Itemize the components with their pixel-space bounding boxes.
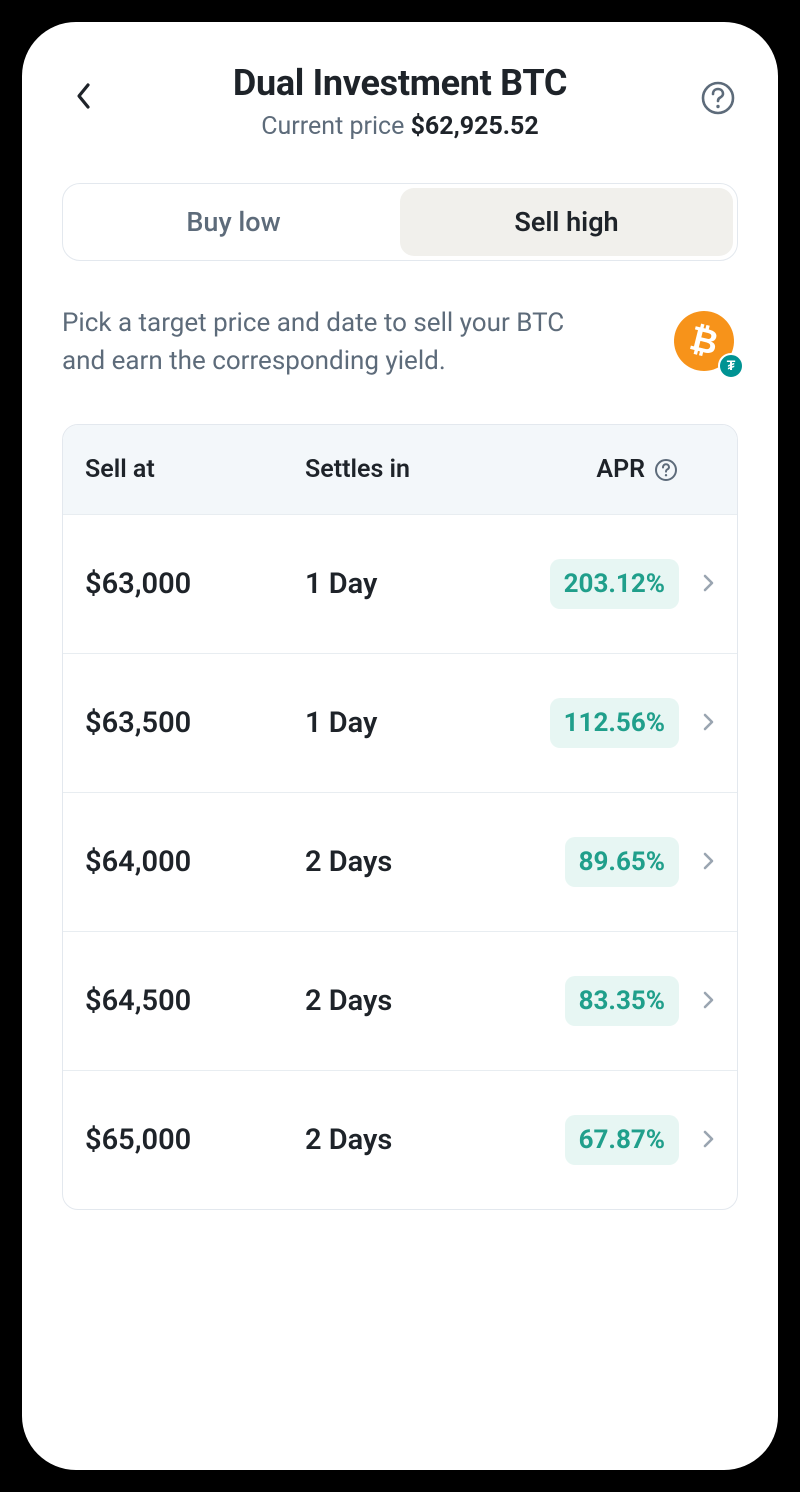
description-text: Pick a target price and date to sell you…	[62, 305, 582, 380]
sell-at-value: $65,000	[85, 1123, 305, 1157]
current-price-row: Current price $62,925.52	[261, 112, 539, 141]
chevron-left-icon	[75, 82, 93, 110]
app-screen: Dual Investment BTC Current price $62,92…	[22, 22, 778, 1470]
apr-label: APR	[596, 455, 645, 484]
table-row[interactable]: $65,000 2 Days 67.87%	[63, 1070, 737, 1209]
chevron-right-icon	[679, 984, 715, 1018]
apr-value: 203.12%	[550, 559, 679, 609]
chevron-right-icon	[679, 567, 715, 601]
offers-table: Sell at Settles in APR $63,000 1 Day 203…	[62, 424, 738, 1210]
settles-in-value: 1 Day	[305, 706, 509, 740]
tab-sell-high[interactable]: Sell high	[400, 188, 733, 256]
sell-at-value: $64,000	[85, 845, 305, 879]
sell-at-value: $63,500	[85, 706, 305, 740]
current-price-value: $62,925.52	[411, 112, 539, 141]
table-row[interactable]: $64,500 2 Days 83.35%	[63, 931, 737, 1070]
table-row[interactable]: $63,500 1 Day 112.56%	[63, 653, 737, 792]
tether-icon: ₮	[718, 353, 744, 379]
apr-value: 89.65%	[565, 837, 679, 887]
apr-value: 112.56%	[550, 698, 679, 748]
apr-help-button[interactable]	[653, 457, 679, 483]
table-row[interactable]: $64,000 2 Days 89.65%	[63, 792, 737, 931]
column-header-apr: APR	[509, 455, 679, 484]
settles-in-value: 2 Days	[305, 845, 509, 879]
settles-in-value: 1 Day	[305, 567, 509, 601]
apr-value: 83.35%	[565, 976, 679, 1026]
coin-pair-icon: ₿ ₮	[674, 311, 738, 375]
back-button[interactable]	[66, 78, 102, 114]
chevron-right-icon	[679, 1123, 715, 1157]
apr-value: 67.87%	[565, 1115, 679, 1165]
header: Dual Investment BTC Current price $62,92…	[22, 62, 778, 141]
chevron-right-icon	[679, 845, 715, 879]
current-price-label: Current price	[261, 112, 404, 141]
help-circle-icon	[654, 458, 678, 482]
settles-in-value: 2 Days	[305, 984, 509, 1018]
mode-segmented-control: Buy low Sell high	[62, 183, 738, 261]
page-title: Dual Investment BTC	[233, 62, 567, 104]
help-button[interactable]	[698, 78, 738, 118]
sell-at-value: $64,500	[85, 984, 305, 1018]
table-row[interactable]: $63,000 1 Day 203.12%	[63, 514, 737, 653]
description-row: Pick a target price and date to sell you…	[22, 305, 778, 380]
table-header: Sell at Settles in APR	[63, 425, 737, 514]
sell-at-value: $63,000	[85, 567, 305, 601]
help-circle-icon	[700, 80, 736, 116]
settles-in-value: 2 Days	[305, 1123, 509, 1157]
column-header-sell-at: Sell at	[85, 455, 305, 484]
column-header-settles-in: Settles in	[305, 455, 509, 484]
tab-buy-low[interactable]: Buy low	[67, 188, 400, 256]
chevron-right-icon	[679, 706, 715, 740]
